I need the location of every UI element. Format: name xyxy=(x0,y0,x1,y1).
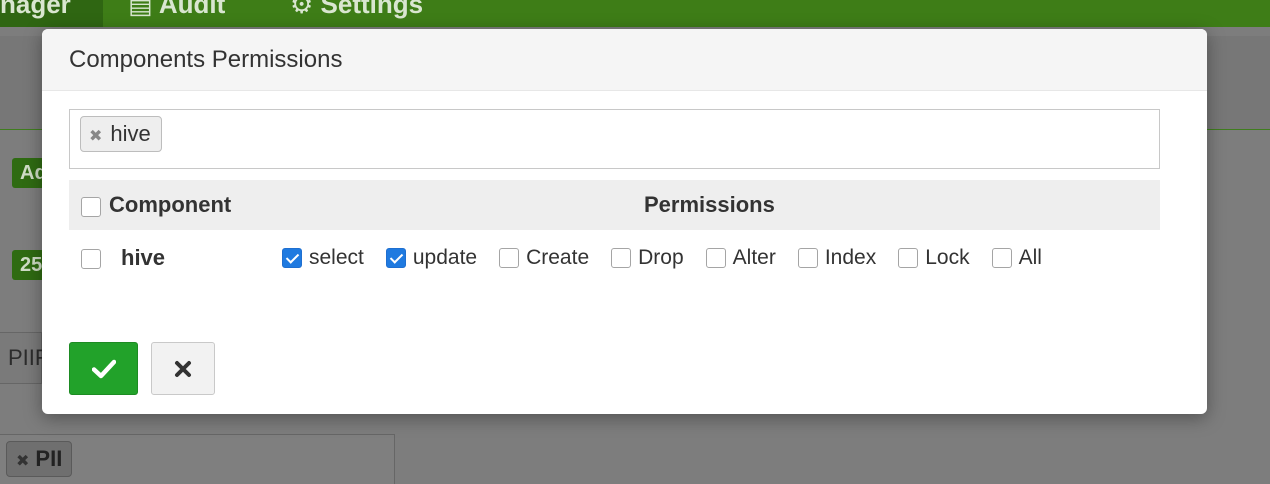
permission-checkbox[interactable] xyxy=(705,248,726,268)
component-name: hive xyxy=(121,245,166,270)
background-top-nav: nager ▤ Audit ⚙ Settings xyxy=(0,0,1270,27)
selected-tag-hive: ✖ hive xyxy=(80,116,162,152)
nav-tab-audit: ▤ Audit xyxy=(128,0,226,19)
close-icon: ✖ xyxy=(16,453,30,470)
permission-checkbox[interactable] xyxy=(797,248,818,268)
save-button[interactable] xyxy=(69,342,138,395)
permission-checkbox[interactable] xyxy=(611,248,632,268)
permission-label: Create xyxy=(526,246,590,269)
background-field: PIIF xyxy=(0,332,48,384)
component-select-input[interactable]: ✖ hive xyxy=(69,109,1160,169)
cancel-button[interactable] xyxy=(151,342,215,395)
permission-checkbox[interactable] xyxy=(282,248,302,268)
permission-label: update xyxy=(412,246,478,269)
permission-label: select xyxy=(309,246,364,269)
permission-checkbox[interactable] xyxy=(499,248,520,268)
permission-label: All xyxy=(1018,246,1042,269)
check-icon xyxy=(91,359,116,378)
permission-options: select update Create Drop Alter Index Lo… xyxy=(282,230,1064,286)
select-all-checkbox[interactable] xyxy=(81,197,101,217)
permission-checkbox[interactable] xyxy=(385,248,406,268)
permission-checkbox[interactable] xyxy=(991,248,1012,268)
modal-header: Components Permissions xyxy=(42,29,1207,91)
table-row: hive select update Create Drop Alter Ind… xyxy=(69,230,1160,286)
permission-alter[interactable]: Alter xyxy=(705,246,776,270)
row-select-checkbox[interactable] xyxy=(81,249,101,269)
permission-select[interactable]: select xyxy=(282,246,364,270)
permissions-table: Component Permissions hive select update… xyxy=(69,180,1160,286)
permission-label: Drop xyxy=(638,246,684,269)
selected-tag-label: hive xyxy=(110,121,151,146)
permission-lock[interactable]: Lock xyxy=(898,246,970,270)
permission-label: Index xyxy=(824,246,877,269)
background-tag: ✖ PII xyxy=(6,441,73,477)
close-icon xyxy=(175,360,191,377)
modal-title: Components Permissions xyxy=(69,46,343,73)
close-icon[interactable]: ✖ xyxy=(89,128,102,145)
permission-label: Alter xyxy=(732,246,776,269)
component-column-header: Component xyxy=(109,192,232,217)
table-header: Component Permissions xyxy=(69,180,1160,230)
background-tag-label: PII xyxy=(35,446,63,471)
nav-tab-settings: ⚙ Settings xyxy=(290,0,424,19)
background-badge: 25 xyxy=(12,250,44,280)
components-permissions-modal: Components Permissions ✖ hive Component P… xyxy=(42,29,1207,414)
permission-update[interactable]: update xyxy=(385,246,478,270)
permission-drop[interactable]: Drop xyxy=(611,246,684,270)
nav-tab-manager: nager xyxy=(0,0,103,27)
permission-create[interactable]: Create xyxy=(499,246,589,270)
background-badge: Ad xyxy=(12,158,44,188)
permission-index[interactable]: Index xyxy=(797,246,877,270)
permission-checkbox[interactable] xyxy=(898,248,919,268)
permission-all[interactable]: All xyxy=(991,246,1042,270)
permissions-column-header: Permissions xyxy=(644,192,775,217)
permission-label: Lock xyxy=(925,246,970,269)
